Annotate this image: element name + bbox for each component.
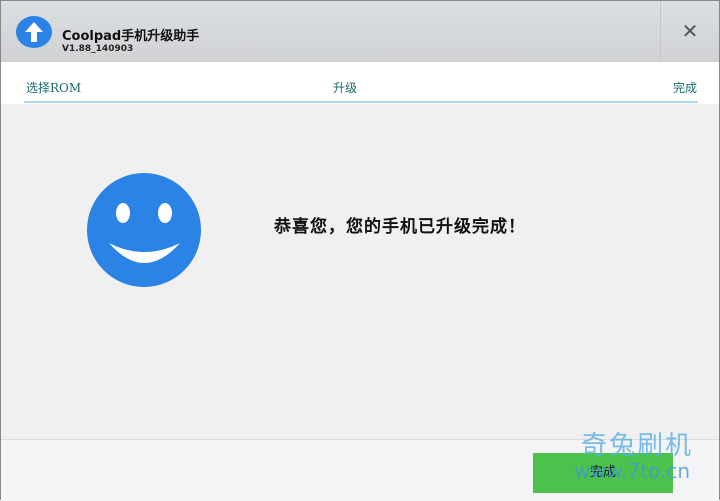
step-upgrade: 升级 [333, 81, 358, 95]
step-select-rom: 选择ROM [26, 81, 82, 95]
close-icon: ✕ [681, 19, 699, 43]
success-message: 恭喜您，您的手机已升级完成！ [274, 217, 526, 237]
window-title: Coolpad手机升级助手 [62, 29, 200, 44]
step-finish: 完成 [673, 81, 698, 95]
version-label: V1.88_140903 [62, 44, 134, 54]
title-bar: Coolpad手机升级助手 V1.88_140903 ✕ [1, 1, 719, 62]
finish-button[interactable]: 完成 [533, 453, 673, 493]
progress-line [24, 101, 698, 103]
smiley-face-icon [87, 173, 201, 287]
app-logo-icon [16, 16, 52, 48]
step-indicator: 选择ROM 升级 完成 [1, 62, 719, 104]
close-button[interactable]: ✕ [660, 1, 719, 62]
